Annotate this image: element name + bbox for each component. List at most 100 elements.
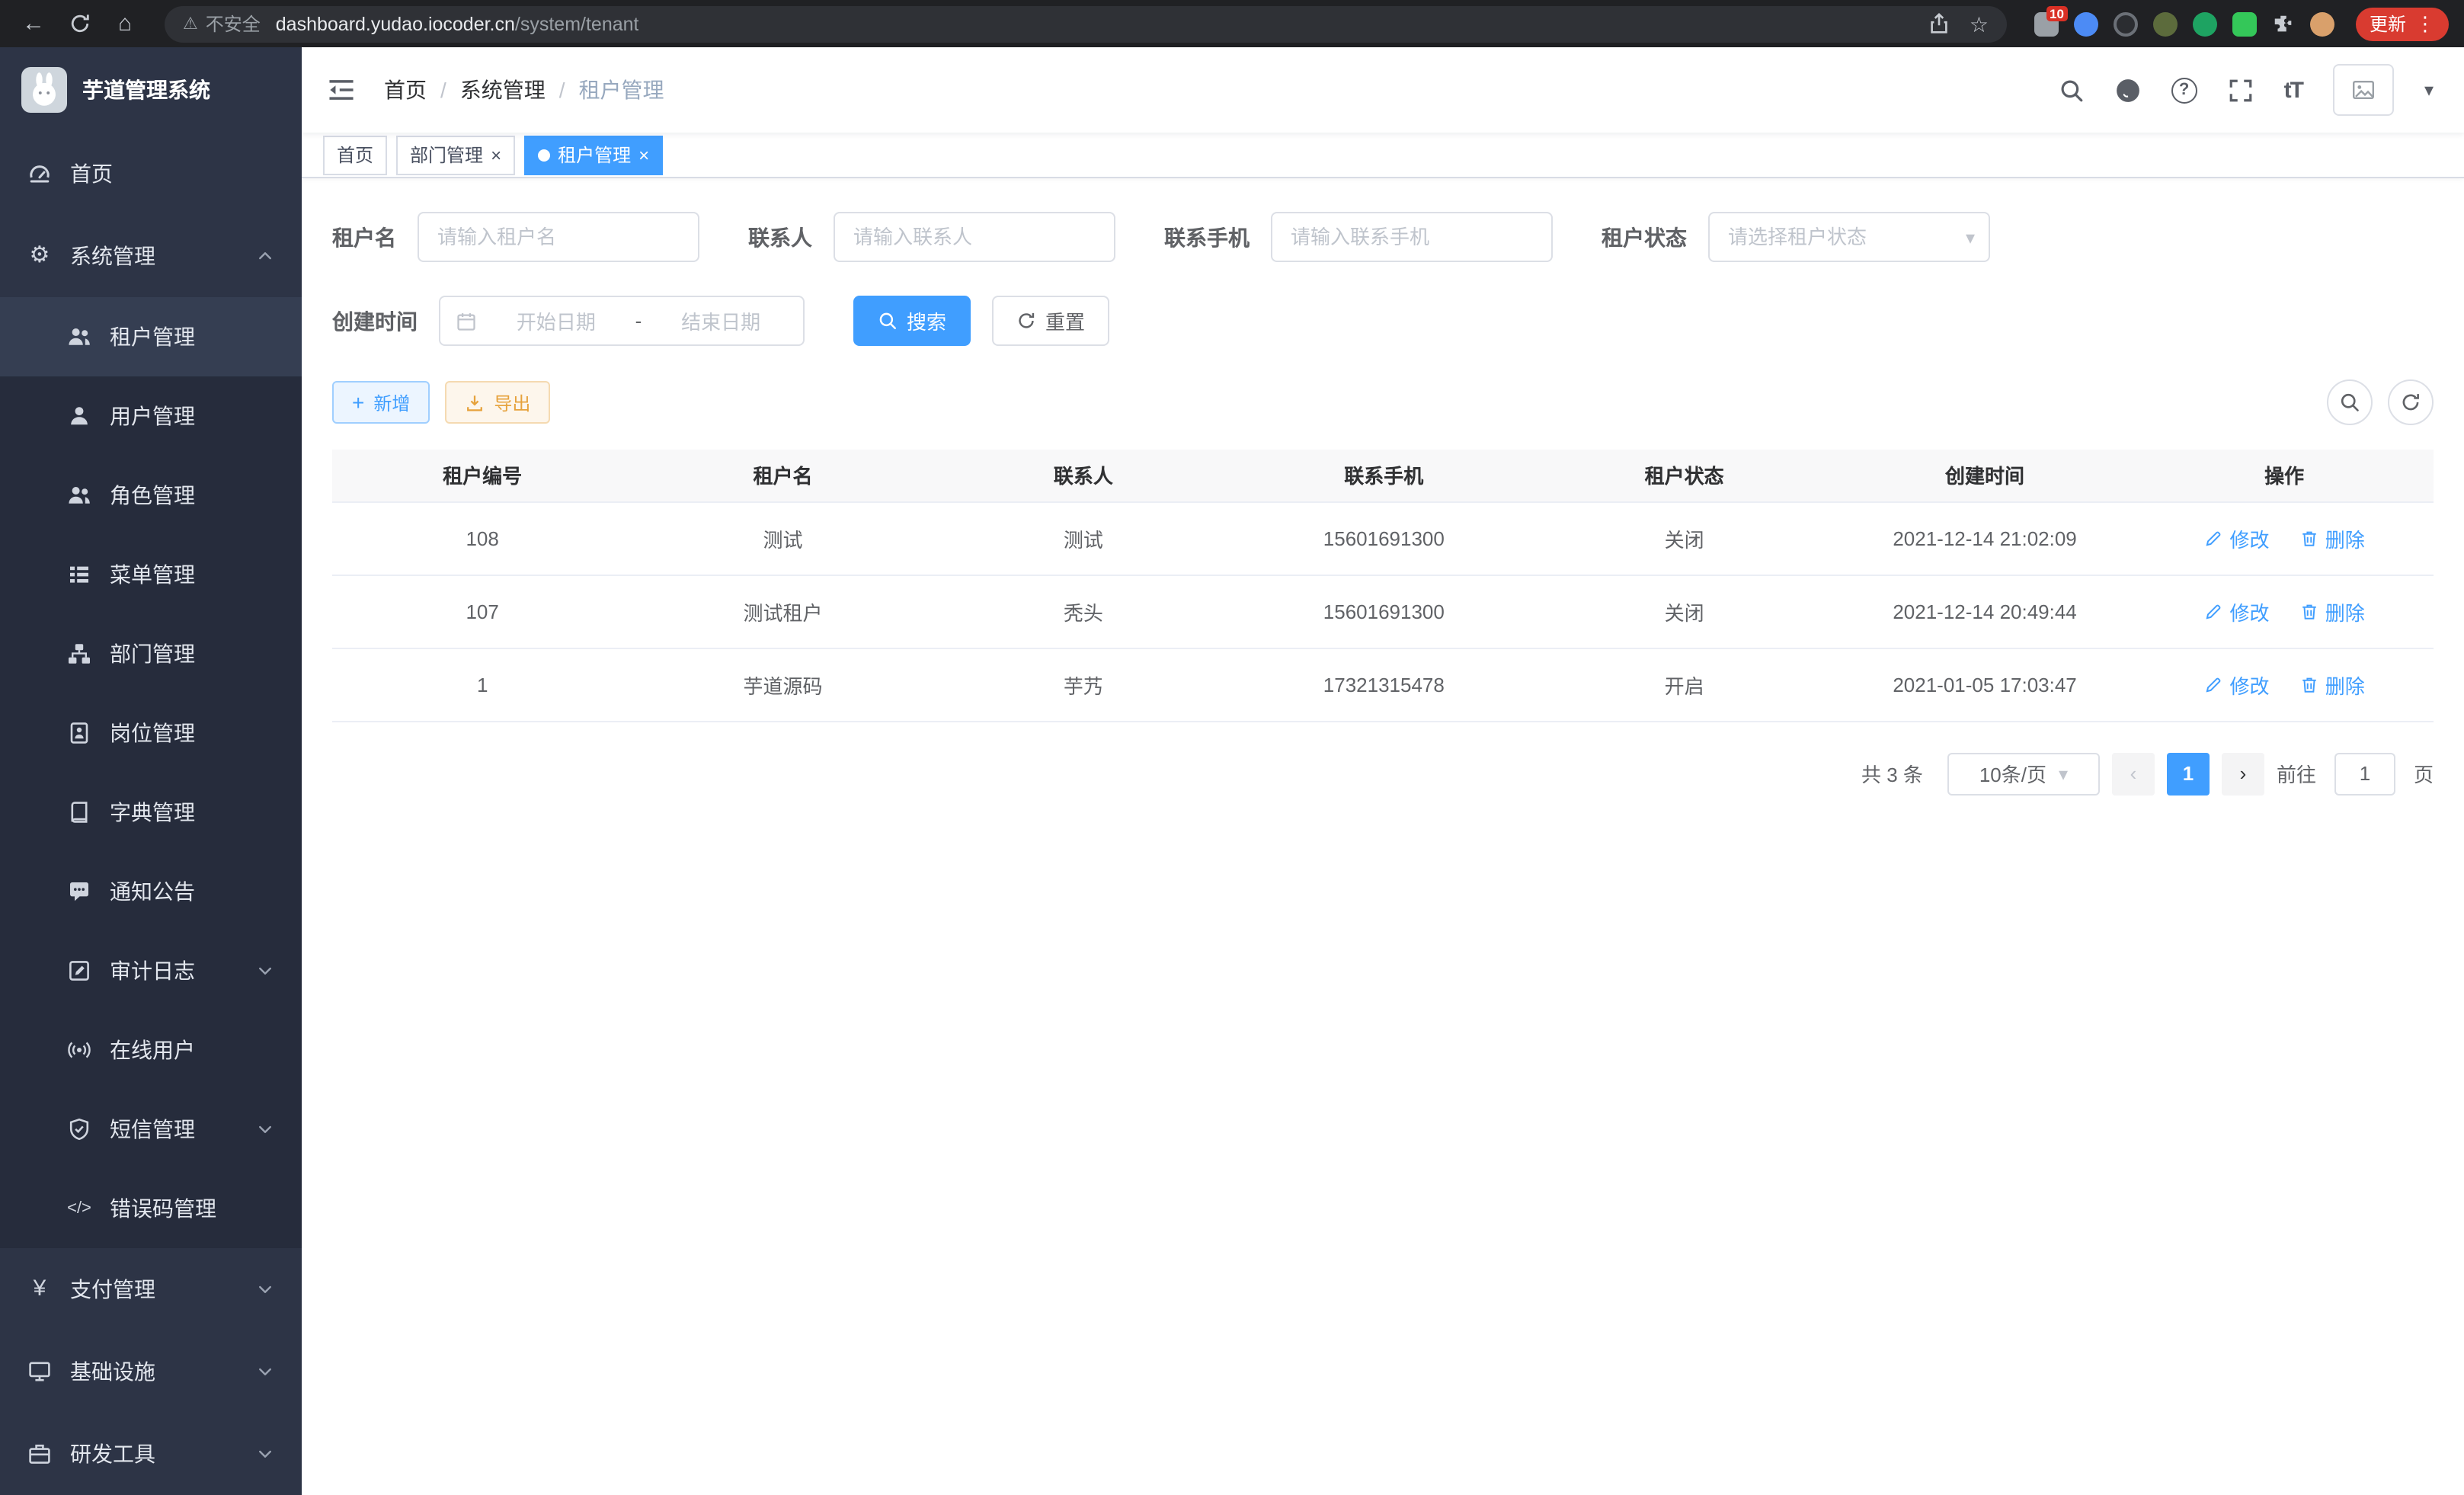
cell-created: 2021-12-14 20:49:44 <box>1835 575 2135 648</box>
close-icon[interactable]: × <box>491 146 501 164</box>
avatar-caret-down-icon[interactable]: ▾ <box>2424 79 2434 101</box>
infra-monitor-icon <box>27 1359 52 1384</box>
edit-label: 修改 <box>2229 597 2269 626</box>
date-start-input[interactable]: 开始日期 <box>489 306 623 335</box>
prev-page-button[interactable]: ‹ <box>2112 752 2155 795</box>
font-size-icon[interactable]: tT <box>2284 77 2302 103</box>
sidebar-item-sms[interactable]: 短信管理 <box>0 1090 302 1169</box>
add-button-label: 新增 <box>373 389 410 415</box>
sidebar-item-audit-log[interactable]: 审计日志 <box>0 931 302 1010</box>
extension-icon-3[interactable] <box>2114 11 2138 36</box>
breadcrumb-system[interactable]: 系统管理 <box>460 75 546 105</box>
tenant-table: 租户编号 租户名 联系人 联系手机 租户状态 创建时间 操作 108 测试 测试 <box>332 450 2434 722</box>
close-icon[interactable]: × <box>638 146 649 164</box>
sidebar-item-payment[interactable]: ¥ 支付管理 <box>0 1248 302 1330</box>
home-icon[interactable]: ⌂ <box>107 7 143 40</box>
search-button[interactable]: 搜索 <box>853 296 971 346</box>
delete-link[interactable]: 删除 <box>2299 670 2365 699</box>
app-logo[interactable]: 芋道管理系统 <box>0 47 302 133</box>
profile-avatar[interactable] <box>2310 11 2334 36</box>
bookmark-star-icon[interactable]: ☆ <box>1970 13 1989 34</box>
toggle-search-button[interactable] <box>2327 379 2373 425</box>
sidebar-item-home[interactable]: 首页 <box>0 133 302 215</box>
tab-home[interactable]: 首页 <box>323 135 387 174</box>
address-bar[interactable]: ⚠ 不安全 dashboard.yudao.iocoder.cn/system/… <box>165 5 2007 42</box>
filter-tenant-name: 租户名 <box>332 212 699 262</box>
extension-icon-6[interactable] <box>2232 11 2257 36</box>
phone-input[interactable] <box>1271 212 1553 262</box>
browser-menu-icon[interactable]: ⋮ <box>2415 11 2435 36</box>
edit-icon <box>2203 528 2223 548</box>
sidebar-item-notice[interactable]: 通知公告 <box>0 852 302 931</box>
page-button-1[interactable]: 1 <box>2167 752 2210 795</box>
gear-icon: ⚙ <box>27 244 52 268</box>
back-icon[interactable]: ← <box>15 7 52 40</box>
page-content: 租户名 联系人 联系手机 租户状态 ▾ <box>302 178 2464 795</box>
search-icon[interactable] <box>2059 77 2085 103</box>
reset-button[interactable]: 重置 <box>992 296 1109 346</box>
status-select[interactable]: ▾ <box>1708 212 1990 262</box>
extension-icon-1[interactable]: 10 <box>2034 11 2059 36</box>
sidebar-item-label: 用户管理 <box>110 401 195 431</box>
extensions-puzzle-icon[interactable] <box>2272 12 2295 35</box>
date-range-picker[interactable]: 开始日期 - 结束日期 <box>439 296 805 346</box>
table-toolbar: + 新增 导出 <box>332 379 2434 425</box>
cell-id: 108 <box>332 501 632 575</box>
refresh-table-button[interactable] <box>2388 379 2434 425</box>
page-size-select[interactable]: 10条/页 ▾ <box>1947 752 2100 795</box>
sidebar-item-label: 短信管理 <box>110 1114 195 1144</box>
fullscreen-icon[interactable] <box>2228 77 2254 103</box>
sidebar-item-label: 错误码管理 <box>110 1193 216 1224</box>
extension-icon-4[interactable] <box>2153 11 2178 36</box>
hamburger-icon[interactable] <box>326 76 357 104</box>
edit-link[interactable]: 修改 <box>2203 523 2269 552</box>
delete-link[interactable]: 删除 <box>2299 523 2365 552</box>
edit-link[interactable]: 修改 <box>2203 597 2269 626</box>
sidebar-item-error-code[interactable]: </> 错误码管理 <box>0 1169 302 1248</box>
security-chip[interactable]: ⚠ 不安全 <box>183 11 261 37</box>
share-icon[interactable] <box>1928 12 1951 35</box>
main-area: 首页 / 系统管理 / 租户管理 ? tT ▾ 首页 部门管理 <box>302 47 2464 795</box>
sidebar-item-dept[interactable]: 部门管理 <box>0 614 302 693</box>
user-avatar[interactable] <box>2333 64 2394 116</box>
goto-page-input[interactable] <box>2334 752 2395 795</box>
sidebar-item-user[interactable]: 用户管理 <box>0 376 302 456</box>
navbar-actions: ? tT ▾ <box>2059 64 2434 116</box>
sidebar-item-system[interactable]: ⚙ 系统管理 <box>0 215 302 297</box>
sidebar-item-dev-tools[interactable]: 研发工具 <box>0 1413 302 1495</box>
tab-dept[interactable]: 部门管理 × <box>396 135 515 174</box>
sidebar-item-role[interactable]: 角色管理 <box>0 456 302 535</box>
github-icon[interactable] <box>2115 77 2141 103</box>
next-page-button[interactable]: › <box>2222 752 2264 795</box>
cell-status: 关闭 <box>1534 501 1835 575</box>
sidebar-item-post[interactable]: 岗位管理 <box>0 693 302 773</box>
help-icon[interactable]: ? <box>2171 77 2197 103</box>
tab-tenant[interactable]: 租户管理 × <box>524 135 663 174</box>
browser-toolbar: ← ⌂ ⚠ 不安全 dashboard.yudao.iocoder.cn/sys… <box>0 0 2464 47</box>
status-select-input[interactable] <box>1708 212 1990 262</box>
delete-icon <box>2299 601 2319 621</box>
breadcrumb-home[interactable]: 首页 <box>384 75 427 105</box>
sidebar-item-tenant[interactable]: 租户管理 <box>0 297 302 376</box>
total-count: 共 3 条 <box>1861 759 1923 788</box>
delete-link[interactable]: 删除 <box>2299 597 2365 626</box>
chevron-up-icon <box>256 247 274 265</box>
sidebar-item-infra[interactable]: 基础设施 <box>0 1330 302 1413</box>
sidebar-item-menu[interactable]: 菜单管理 <box>0 535 302 614</box>
add-button[interactable]: + 新增 <box>332 381 430 424</box>
yen-icon: ¥ <box>27 1277 52 1301</box>
chrome-update-button[interactable]: 更新 ⋮ <box>2356 7 2449 40</box>
reload-icon[interactable] <box>61 7 98 40</box>
contact-input[interactable] <box>834 212 1115 262</box>
extension-icon-2[interactable] <box>2074 11 2098 36</box>
sidebar-item-dict[interactable]: 字典管理 <box>0 773 302 852</box>
sidebar-item-online-user[interactable]: 在线用户 <box>0 1010 302 1090</box>
dashboard-icon <box>27 162 52 186</box>
delete-label: 删除 <box>2325 670 2365 699</box>
date-end-input[interactable]: 结束日期 <box>654 306 788 335</box>
tenant-name-input[interactable] <box>418 212 699 262</box>
sidebar-item-label: 字典管理 <box>110 797 195 828</box>
extension-icon-5[interactable] <box>2193 11 2217 36</box>
edit-link[interactable]: 修改 <box>2203 670 2269 699</box>
export-button[interactable]: 导出 <box>445 381 550 424</box>
